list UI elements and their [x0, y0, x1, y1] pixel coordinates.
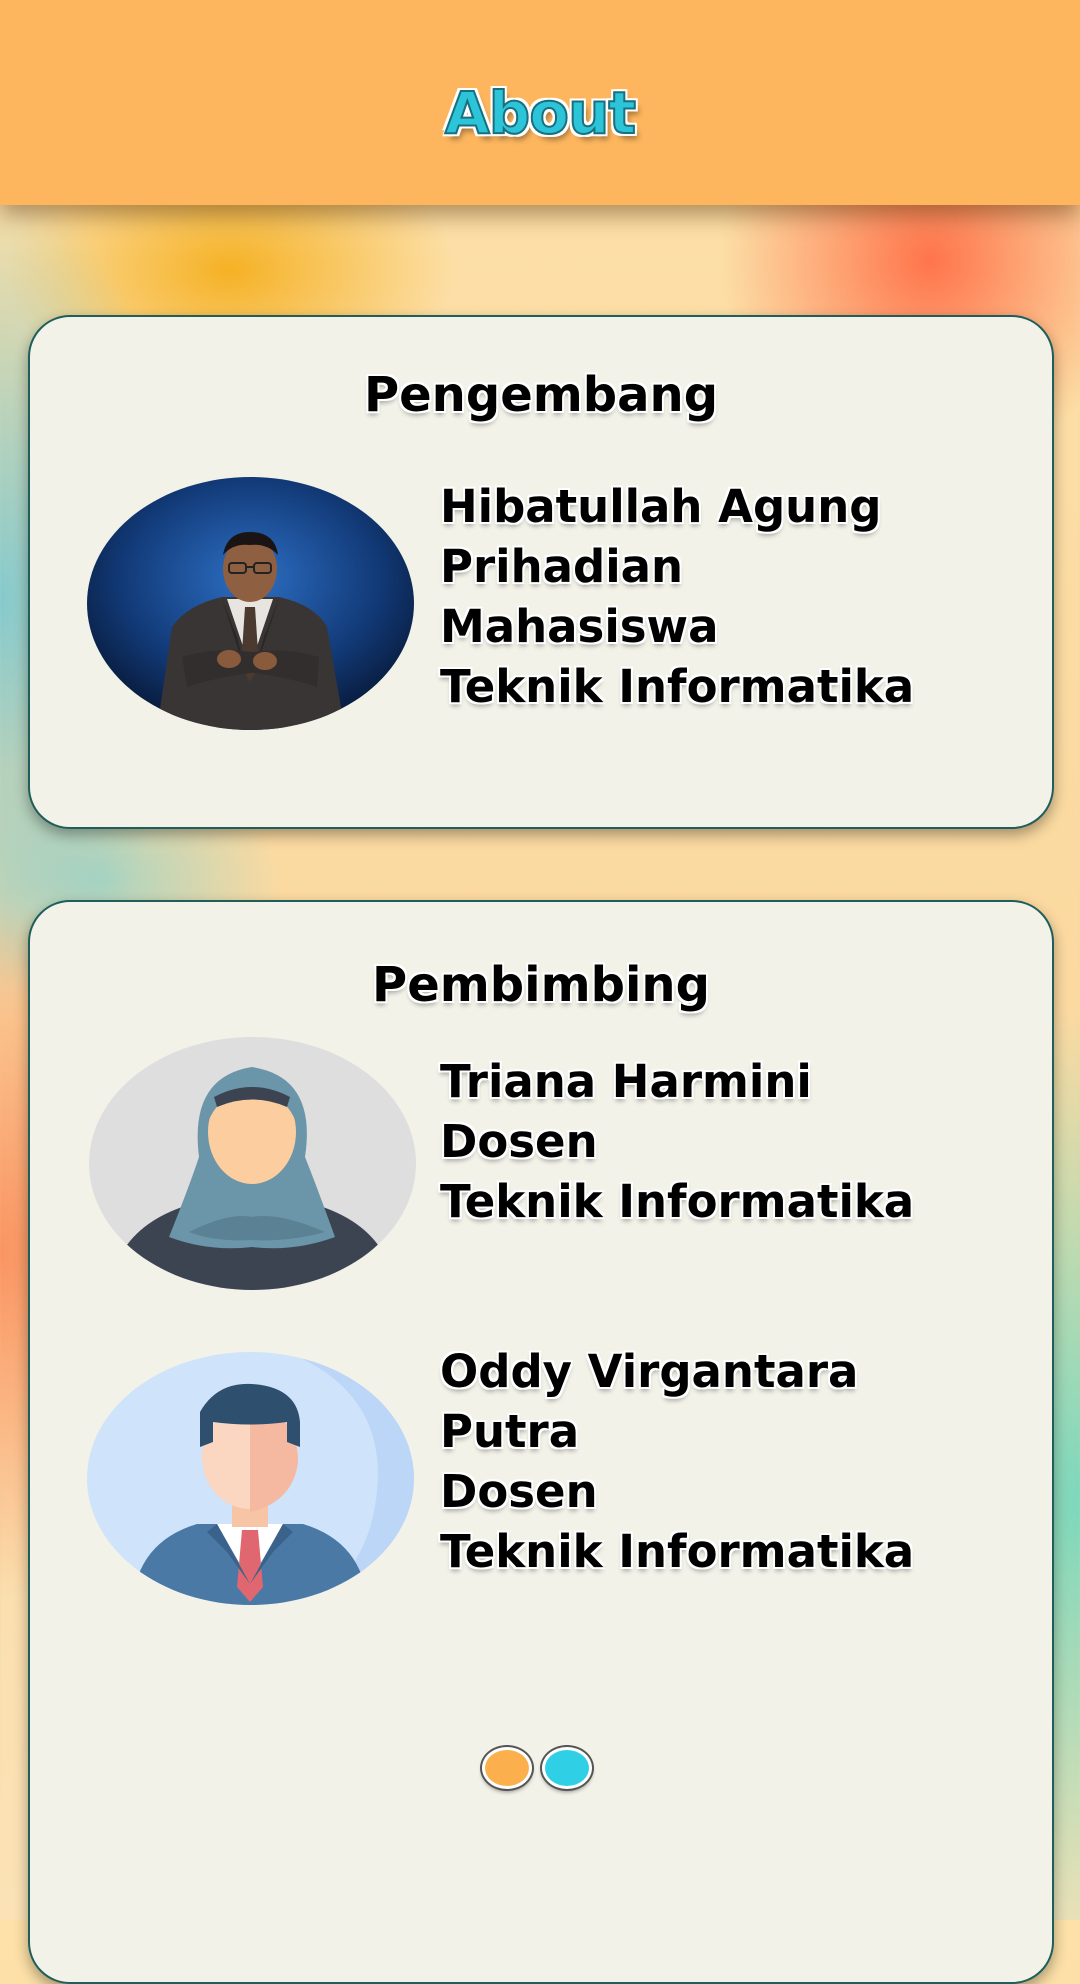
developer-role: Mahasiswa — [440, 600, 719, 653]
supervisor-2-info: Oddy Virgantara Putra Dosen Teknik Infor… — [440, 1342, 914, 1582]
page-indicator — [482, 1747, 592, 1789]
supervisor-2-name-line1: Oddy Virgantara — [440, 1345, 859, 1398]
developer-card: Pengembang Hibatullah Agung Prihadian Ma… — [28, 315, 1054, 829]
supervisor-2-avatar — [87, 1352, 414, 1605]
page-dot-2[interactable] — [542, 1747, 592, 1789]
developer-name-line1: Hibatullah Agung — [440, 480, 882, 533]
supervisor-1-role: Dosen — [440, 1115, 598, 1168]
developer-department: Teknik Informatika — [440, 660, 915, 713]
supervisor-1-name: Triana Harmini — [440, 1055, 812, 1108]
supervisor-1-info: Triana Harmini Dosen Teknik Informatika — [440, 1052, 914, 1232]
page-title: About — [444, 78, 637, 148]
developer-info: Hibatullah Agung Prihadian Mahasiswa Tek… — [440, 477, 914, 717]
supervisor-section-title: Pembimbing — [372, 957, 710, 1013]
developer-name-line2: Prihadian — [440, 540, 684, 593]
female-hijab-avatar-icon — [89, 1037, 416, 1290]
supervisor-1-avatar — [89, 1037, 416, 1290]
supervisor-card: Pembimbing Triana Harmini Dosen Teknik I… — [28, 900, 1054, 1984]
supervisor-1-department: Teknik Informatika — [440, 1175, 915, 1228]
app-header: About — [0, 0, 1080, 205]
supervisor-2-name-line2: Putra — [440, 1405, 580, 1458]
developer-section-title: Pengembang — [363, 367, 719, 423]
developer-photo — [87, 477, 414, 730]
page-dot-1[interactable] — [482, 1747, 532, 1789]
supervisor-2-role: Dosen — [440, 1465, 598, 1518]
developer-photo-icon — [87, 477, 414, 730]
supervisor-2-department: Teknik Informatika — [440, 1525, 915, 1578]
male-avatar-icon — [87, 1352, 414, 1605]
